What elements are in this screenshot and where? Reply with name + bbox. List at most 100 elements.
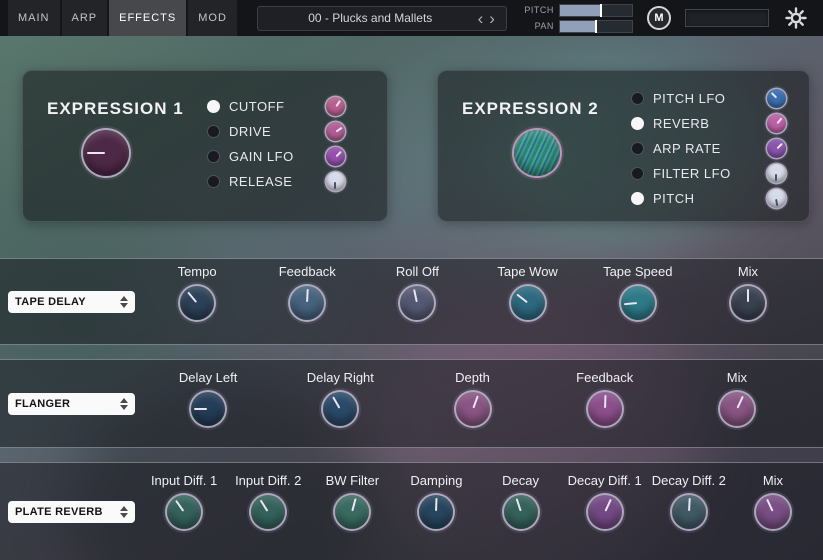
knob[interactable] — [456, 392, 490, 426]
knob[interactable] — [511, 286, 545, 320]
pan-slider[interactable] — [559, 20, 633, 33]
option-label: RELEASE — [229, 174, 317, 189]
effect-knob-cell: Mix — [731, 463, 815, 560]
expression-option: DRIVE — [207, 119, 345, 144]
knob-label: Decay Diff. 1 — [568, 473, 642, 487]
knob[interactable] — [167, 495, 201, 529]
option-knob[interactable] — [767, 164, 786, 183]
knob[interactable] — [251, 495, 285, 529]
knob[interactable] — [400, 286, 434, 320]
plate-reverb-knob-row: Input Diff. 1 Input Diff. 2 BW Filter Da… — [142, 463, 823, 560]
level-slider[interactable] — [685, 9, 769, 27]
knob[interactable] — [720, 392, 754, 426]
pitch-slider[interactable] — [559, 4, 633, 17]
option-knob[interactable] — [767, 139, 786, 158]
option-knob[interactable] — [326, 122, 345, 141]
knob[interactable] — [504, 495, 538, 529]
knob[interactable] — [756, 495, 790, 529]
expression-option: GAIN LFO — [207, 144, 345, 169]
settings-gear-icon[interactable] — [785, 7, 807, 29]
option-knob[interactable] — [326, 97, 345, 116]
effect-knob-cell: Tempo — [142, 259, 252, 344]
pitch-slider-handle[interactable] — [600, 4, 602, 17]
knob[interactable] — [588, 495, 622, 529]
effect-selector-wrap: TAPE DELAY — [0, 259, 142, 344]
flanger-knob-row: Delay Left Delay Right Depth Feedback Mi… — [142, 360, 823, 447]
radio-button[interactable] — [631, 192, 644, 205]
expression-option: REVERB — [631, 111, 786, 136]
option-label: PITCH — [653, 191, 758, 206]
pitch-label: PITCH — [523, 5, 559, 15]
knob[interactable] — [191, 392, 225, 426]
tab-label: ARP — [72, 12, 98, 24]
radio-button[interactable] — [631, 117, 644, 130]
option-label: PITCH LFO — [653, 91, 758, 106]
effect-knob-cell: Tape Speed — [583, 259, 693, 344]
plate-reverb-selector[interactable]: PLATE REVERB — [8, 501, 135, 523]
option-knob[interactable] — [767, 89, 786, 108]
radio-button[interactable] — [631, 92, 644, 105]
pan-slider-handle[interactable] — [595, 20, 597, 33]
knob-label: Mix — [763, 473, 783, 487]
knob-label: Depth — [455, 370, 490, 384]
effect-knob-cell: Delay Right — [274, 360, 406, 447]
expression2-knob[interactable] — [514, 130, 560, 176]
knob[interactable] — [180, 286, 214, 320]
knob[interactable] — [588, 392, 622, 426]
updown-icon — [120, 296, 128, 308]
knob-label: Feedback — [279, 264, 336, 278]
updown-icon — [120, 398, 128, 410]
knob[interactable] — [335, 495, 369, 529]
option-knob[interactable] — [767, 114, 786, 133]
option-label: REVERB — [653, 116, 758, 131]
preset-name: 00 - Plucks and Mallets — [266, 11, 475, 25]
effect-knob-cell: Roll Off — [362, 259, 472, 344]
knob[interactable] — [621, 286, 655, 320]
effect-selector-wrap: FLANGER — [0, 360, 142, 447]
tab-effects[interactable]: EFFECTS — [109, 0, 186, 36]
radio-button[interactable] — [207, 150, 220, 163]
knob[interactable] — [731, 286, 765, 320]
knob[interactable] — [323, 392, 357, 426]
option-knob[interactable] — [767, 189, 786, 208]
option-label: GAIN LFO — [229, 149, 317, 164]
effect-knob-cell: Decay Diff. 1 — [563, 463, 647, 560]
tab-mod[interactable]: MOD — [188, 0, 237, 36]
option-knob[interactable] — [326, 172, 345, 191]
knob-label: Damping — [410, 473, 462, 487]
effect-knob-cell: Depth — [406, 360, 538, 447]
pan-row: PAN — [523, 19, 633, 33]
knob-label: Decay — [502, 473, 539, 487]
radio-button[interactable] — [207, 125, 220, 138]
pitch-row: PITCH — [523, 3, 633, 17]
knob[interactable] — [290, 286, 324, 320]
radio-button[interactable] — [631, 167, 644, 180]
effect-knob-cell: Delay Left — [142, 360, 274, 447]
radio-button[interactable] — [207, 100, 220, 113]
option-label: CUTOFF — [229, 99, 317, 114]
option-label: FILTER LFO — [653, 166, 758, 181]
flanger-selector[interactable]: FLANGER — [8, 393, 135, 415]
knob[interactable] — [672, 495, 706, 529]
knob[interactable] — [419, 495, 453, 529]
knob-label: Delay Right — [307, 370, 374, 384]
knob-label: Tempo — [178, 264, 217, 278]
mono-button[interactable]: M — [647, 6, 671, 30]
knob-label: Input Diff. 1 — [151, 473, 217, 487]
expression-option: PITCH LFO — [631, 86, 786, 111]
option-knob[interactable] — [326, 147, 345, 166]
preset-prev-icon[interactable]: ‹ — [475, 10, 487, 27]
expression1-knob[interactable] — [83, 130, 129, 176]
radio-button[interactable] — [631, 142, 644, 155]
expression2-options: PITCH LFO REVERB ARP RATE FILTER LFO PIT… — [631, 86, 786, 211]
expression-option: ARP RATE — [631, 136, 786, 161]
tab-main[interactable]: MAIN — [8, 0, 60, 36]
radio-button[interactable] — [207, 175, 220, 188]
tape-delay-selector[interactable]: TAPE DELAY — [8, 291, 135, 313]
knob-label: BW Filter — [326, 473, 379, 487]
preset-next-icon[interactable]: › — [486, 10, 498, 27]
preset-selector[interactable]: 00 - Plucks and Mallets ‹ › — [257, 6, 507, 31]
tab-arp[interactable]: ARP — [62, 0, 108, 36]
effect-row-flanger: FLANGER Delay Left Delay Right Depth Fee… — [0, 359, 823, 448]
knob-label: Decay Diff. 2 — [652, 473, 726, 487]
